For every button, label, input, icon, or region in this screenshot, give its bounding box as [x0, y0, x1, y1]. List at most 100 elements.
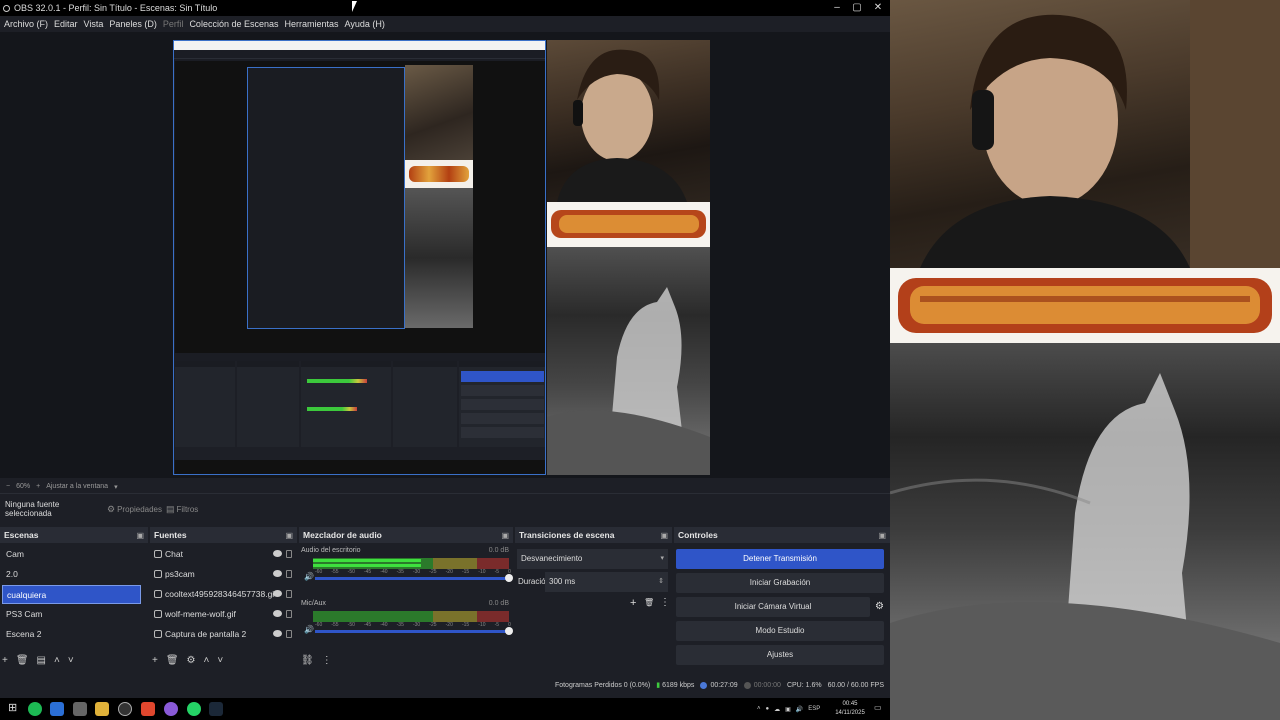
- dock-menu-icon[interactable]: ▣: [136, 531, 144, 540]
- eye-icon[interactable]: [273, 570, 282, 577]
- app-tray-icon[interactable]: ▣: [785, 706, 791, 713]
- source-item[interactable]: Chat: [152, 545, 294, 564]
- clock[interactable]: 00:45 14/11/2025: [830, 700, 870, 718]
- sources-header: Fuentes ▣: [150, 527, 297, 543]
- spin-arrows-icon[interactable]: ⇕: [658, 572, 664, 592]
- fit-window-button[interactable]: Ajustar a la ventana: [46, 483, 108, 490]
- obs-icon[interactable]: [118, 702, 132, 716]
- lock-icon[interactable]: [286, 610, 292, 618]
- gear-icon[interactable]: ⚙: [875, 601, 884, 612]
- zoom-out-button[interactable]: −: [6, 483, 10, 490]
- fps: 60.00 / 60.00 FPS: [827, 681, 884, 689]
- speaker-icon[interactable]: 🔊: [304, 625, 314, 634]
- studio-mode-button[interactable]: Modo Estudio: [676, 621, 884, 641]
- chevron-up-icon[interactable]: ˄: [204, 655, 210, 666]
- obs-logo-icon: [3, 4, 10, 12]
- start-virtual-cam-button[interactable]: Iniciar Cámara Virtual: [676, 597, 870, 617]
- language-indicator[interactable]: ESP: [808, 706, 820, 712]
- brave-icon[interactable]: [141, 702, 155, 716]
- app-icon[interactable]: [50, 702, 64, 716]
- nested-meter-1: [307, 379, 367, 383]
- speaker-icon[interactable]: 🔊: [304, 572, 314, 581]
- lock-icon[interactable]: [286, 570, 292, 578]
- menu-perfil[interactable]: Perfil: [163, 19, 184, 29]
- lock-icon[interactable]: [286, 590, 292, 598]
- volume-icon[interactable]: 🔊: [796, 706, 803, 713]
- dock-menu-icon[interactable]: ▣: [501, 531, 509, 540]
- add-icon[interactable]: +: [630, 597, 636, 609]
- cloud-icon[interactable]: ☁: [774, 706, 780, 713]
- chevron-down-icon[interactable]: ˅: [217, 655, 223, 666]
- properties-button[interactable]: ⚙ Propiedades: [107, 504, 162, 515]
- transition-select[interactable]: Desvanecimiento ▾: [517, 549, 668, 569]
- eye-icon[interactable]: [273, 610, 282, 617]
- dock-menu-icon[interactable]: ▣: [285, 531, 293, 540]
- slider-handle[interactable]: [505, 574, 513, 582]
- lock-icon[interactable]: [286, 630, 292, 638]
- chevron-down-icon[interactable]: ▾: [114, 483, 118, 491]
- scene-item[interactable]: Escena 2: [2, 625, 141, 644]
- menu-paneles[interactable]: Paneles (D): [109, 19, 157, 29]
- app-icon[interactable]: [73, 702, 87, 716]
- nested-webcam-image: [405, 65, 473, 160]
- eye-icon[interactable]: [273, 590, 282, 597]
- source-item[interactable]: ps3cam: [152, 565, 294, 584]
- add-icon[interactable]: +: [152, 655, 158, 666]
- maximize-button[interactable]: ▢: [846, 0, 868, 16]
- menu-archivo[interactable]: Archivo (F): [4, 19, 48, 29]
- more-icon[interactable]: ⋮: [660, 597, 670, 608]
- settings-button[interactable]: Ajustes: [676, 645, 884, 665]
- trash-icon[interactable]: 🗑: [644, 598, 654, 607]
- trash-icon[interactable]: 🗑: [166, 655, 179, 666]
- volume-slider[interactable]: [315, 574, 513, 582]
- whatsapp-icon[interactable]: [187, 702, 201, 716]
- app-tray-icon[interactable]: ●: [766, 706, 770, 712]
- volume-slider[interactable]: [315, 627, 513, 635]
- dock-menu-icon[interactable]: ▣: [878, 531, 886, 540]
- spotify-icon[interactable]: [28, 702, 42, 716]
- source-item[interactable]: cooltext495928346457738.gif: [152, 585, 294, 604]
- folder-icon[interactable]: [95, 702, 109, 716]
- steam-icon[interactable]: [209, 702, 223, 716]
- stop-stream-button[interactable]: Detener Transmisión: [676, 549, 884, 569]
- scene-item[interactable]: Cam: [2, 545, 141, 564]
- source-item[interactable]: Captura de pantalla 2: [152, 625, 294, 644]
- gear-icon[interactable]: ⚙: [187, 655, 196, 666]
- windows-start-icon[interactable]: ⊞: [8, 701, 17, 714]
- chevron-down-icon[interactable]: ˅: [68, 655, 74, 666]
- notification-icon[interactable]: ▭: [874, 703, 882, 712]
- menu-editar[interactable]: Editar: [54, 19, 78, 29]
- scene-item[interactable]: 2.0: [2, 565, 141, 584]
- zoom-in-button[interactable]: +: [36, 483, 40, 490]
- minimize-button[interactable]: ‒: [826, 0, 848, 16]
- menu-coleccion[interactable]: Colección de Escenas: [189, 19, 278, 29]
- scene-item-selected[interactable]: cualquiera: [2, 585, 141, 604]
- close-button[interactable]: ✕: [867, 0, 889, 16]
- lock-icon[interactable]: [286, 550, 292, 558]
- duration-spinbox[interactable]: 300 ms ⇕: [545, 572, 668, 592]
- slider-handle[interactable]: [505, 627, 513, 635]
- app-icon[interactable]: [164, 702, 178, 716]
- menu-herramientas[interactable]: Herramientas: [285, 19, 339, 29]
- volume-meter: [313, 558, 509, 569]
- start-recording-button[interactable]: Iniciar Grabación: [676, 573, 884, 593]
- add-icon[interactable]: +: [2, 655, 8, 666]
- filter-icon[interactable]: ▤: [37, 655, 46, 666]
- source-item[interactable]: wolf-meme-wolf.gif: [152, 605, 294, 624]
- more-icon[interactable]: ⋮: [322, 655, 332, 666]
- eye-icon[interactable]: [273, 550, 282, 557]
- dock-menu-icon[interactable]: ▣: [660, 531, 668, 540]
- scene-item[interactable]: PS3 Cam: [2, 605, 141, 624]
- filters-button[interactable]: ▤ Filtros: [166, 504, 198, 515]
- preview-canvas[interactable]: [0, 32, 890, 478]
- record-icon: [743, 681, 751, 689]
- link-icon[interactable]: ⛓: [301, 655, 314, 666]
- nested-inner-preview: [247, 67, 405, 329]
- menu-ayuda[interactable]: Ayuda (H): [345, 19, 385, 29]
- menu-vista[interactable]: Vista: [84, 19, 104, 29]
- chevron-up-icon[interactable]: ˄: [54, 655, 60, 666]
- clock-time: 00:45: [842, 701, 858, 707]
- chevron-up-icon[interactable]: ˄: [757, 706, 761, 712]
- trash-icon[interactable]: 🗑: [16, 655, 29, 666]
- eye-icon[interactable]: [273, 630, 282, 637]
